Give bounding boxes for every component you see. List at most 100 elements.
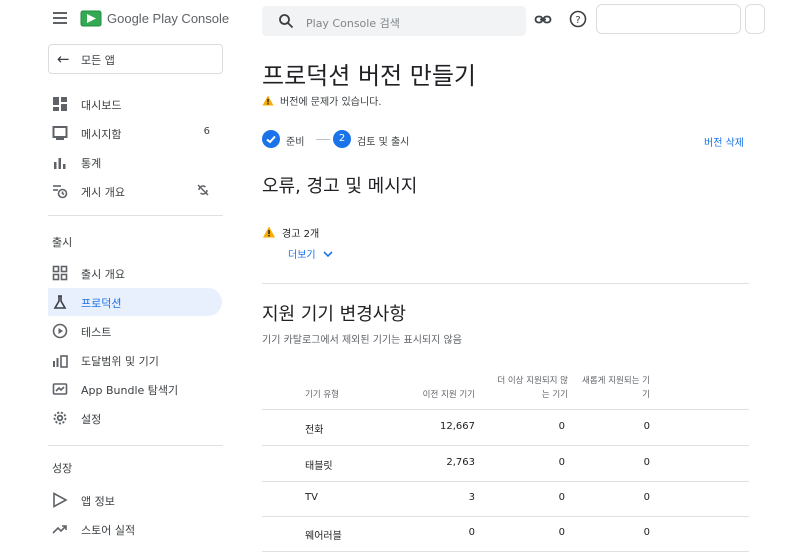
sidebar-divider [48, 445, 223, 446]
check-icon [262, 130, 280, 148]
inbox-count-badge: 6 [203, 126, 210, 137]
column-header: 기기 유형 [305, 390, 339, 400]
cell-previous: 12,667 [440, 421, 475, 432]
sidebar-item-stats[interactable]: 통계 [48, 148, 222, 176]
cell-new: 0 [643, 527, 650, 538]
sidebar-item-label: 게시 개요 [81, 186, 125, 199]
sidebar: Google Play Console ← 모든 앱 대시보드 메시지함 6 통… [0, 0, 240, 560]
column-header: 더 이상 지원되지 않는 기기 [497, 376, 568, 400]
sidebar-item-testing[interactable]: 테스트 [48, 317, 222, 345]
section-growth-label: 성장 [52, 462, 73, 475]
production-icon [53, 295, 67, 309]
app-bundle-icon [52, 383, 68, 395]
cell-device-type: 웨어러블 [305, 531, 342, 542]
warning-count-text: 경고 2개 [282, 229, 320, 240]
stepper: 준비 2 검토 및 출시 [262, 130, 562, 150]
play-console-logo [80, 10, 102, 27]
devices-subtitle: 기기 카탈로그에서 제외된 기기는 표시되지 않음 [262, 335, 462, 346]
inbox-icon [52, 126, 68, 140]
sync-off-icon [197, 184, 209, 196]
release-overview-icon [52, 265, 68, 281]
cell-previous: 2,763 [446, 457, 475, 468]
delete-release-link[interactable]: 버전 삭제 [704, 134, 744, 149]
cell-unsupported: 0 [558, 457, 565, 468]
step-connector [316, 139, 330, 140]
all-apps-label: 모든 앱 [81, 54, 115, 67]
publishing-overview-icon [53, 185, 68, 199]
testing-icon [52, 323, 68, 339]
table-row-divider [262, 516, 749, 517]
devices-heading: 지원 기기 변경사항 [262, 304, 406, 325]
all-apps-button[interactable]: ← 모든 앱 [48, 44, 223, 74]
sidebar-item-label: 통계 [81, 157, 102, 170]
sidebar-item-store-presence[interactable]: 앱 정보 [48, 486, 222, 514]
search-input[interactable]: Play Console 검색 [262, 6, 526, 36]
search-placeholder: Play Console 검색 [306, 17, 400, 30]
table-row-divider [262, 481, 749, 482]
sidebar-item-dashboard[interactable]: 대시보드 [48, 90, 222, 118]
show-more-link[interactable]: 더보기 [288, 246, 333, 261]
sidebar-item-publishing-overview[interactable]: 게시 개요 [48, 177, 222, 205]
settings-gear-icon [53, 411, 67, 425]
chevron-down-icon [323, 251, 333, 258]
reach-devices-icon [53, 355, 68, 368]
sidebar-item-production[interactable]: 프로덕션 [48, 288, 222, 316]
warning-count: 경고 2개 [262, 225, 319, 240]
column-header: 이전 지원 기기 [422, 390, 475, 400]
cell-unsupported: 0 [558, 492, 565, 503]
warning-icon [262, 95, 274, 106]
cell-device-type: 전화 [305, 425, 324, 436]
sidebar-item-label: 테스트 [81, 326, 112, 339]
table-row-divider [262, 445, 749, 446]
cell-new: 0 [643, 421, 650, 432]
sidebar-item-label: 설정 [81, 413, 102, 426]
sidebar-item-release-overview[interactable]: 출시 개요 [48, 259, 222, 287]
trending-icon [52, 525, 67, 534]
sidebar-divider [48, 215, 223, 216]
sidebar-item-label: App Bundle 탐색기 [81, 384, 179, 397]
cell-unsupported: 0 [558, 527, 565, 538]
section-divider [262, 283, 749, 284]
step-prepare-label: 준비 [286, 137, 305, 148]
warning-icon [263, 226, 275, 238]
sidebar-item-settings[interactable]: 설정 [48, 404, 222, 432]
table-row-divider [262, 551, 749, 552]
link-icon[interactable] [534, 11, 552, 29]
store-presence-icon [53, 492, 68, 508]
sidebar-item-label: 도달범위 및 기기 [81, 355, 159, 368]
sidebar-item-app-bundle-explorer[interactable]: App Bundle 탐색기 [48, 375, 222, 403]
dashboard-icon [53, 97, 67, 111]
cell-previous: 3 [468, 492, 475, 503]
section-release-label: 출시 [52, 236, 73, 249]
svg-text:?: ? [575, 15, 580, 26]
sidebar-item-reach-devices[interactable]: 도달범위 및 기기 [48, 346, 222, 374]
search-icon [279, 14, 294, 29]
sidebar-item-label: 대시보드 [81, 99, 122, 112]
table-row-divider [262, 409, 749, 410]
release-warning-text: 버전에 문제가 있습니다. [280, 97, 382, 108]
cell-previous: 0 [468, 527, 475, 538]
help-icon[interactable]: ? [569, 10, 587, 28]
show-more-label: 더보기 [288, 250, 316, 261]
brand-name: Google Play Console [107, 11, 230, 26]
account-avatar [600, 8, 624, 30]
account-menu-button[interactable] [745, 4, 765, 34]
step-review-label: 검토 및 출시 [357, 137, 410, 148]
menu-icon[interactable] [53, 12, 67, 24]
stats-icon [54, 158, 66, 169]
sidebar-item-label: 프로덕션 [81, 297, 122, 310]
sidebar-item-label: 출시 개요 [81, 268, 125, 281]
sidebar-item-label: 앱 정보 [81, 495, 115, 508]
cell-device-type: TV [305, 492, 318, 503]
sidebar-item-store-performance[interactable]: 스토어 실적 [48, 515, 222, 543]
errors-heading: 오류, 경고 및 메시지 [262, 176, 418, 197]
column-header: 새롭게 지원되는 기기 [582, 376, 650, 400]
sidebar-item-label: 메시지함 [81, 128, 122, 141]
arrow-back-icon: ← [57, 50, 70, 68]
release-warning: 버전에 문제가 있습니다. [262, 93, 382, 108]
sidebar-item-inbox[interactable]: 메시지함 6 [48, 119, 222, 147]
cell-new: 0 [643, 457, 650, 468]
cell-device-type: 태블릿 [305, 461, 333, 472]
sidebar-item-label: 스토어 실적 [81, 524, 136, 537]
step-number: 2 [333, 130, 351, 148]
